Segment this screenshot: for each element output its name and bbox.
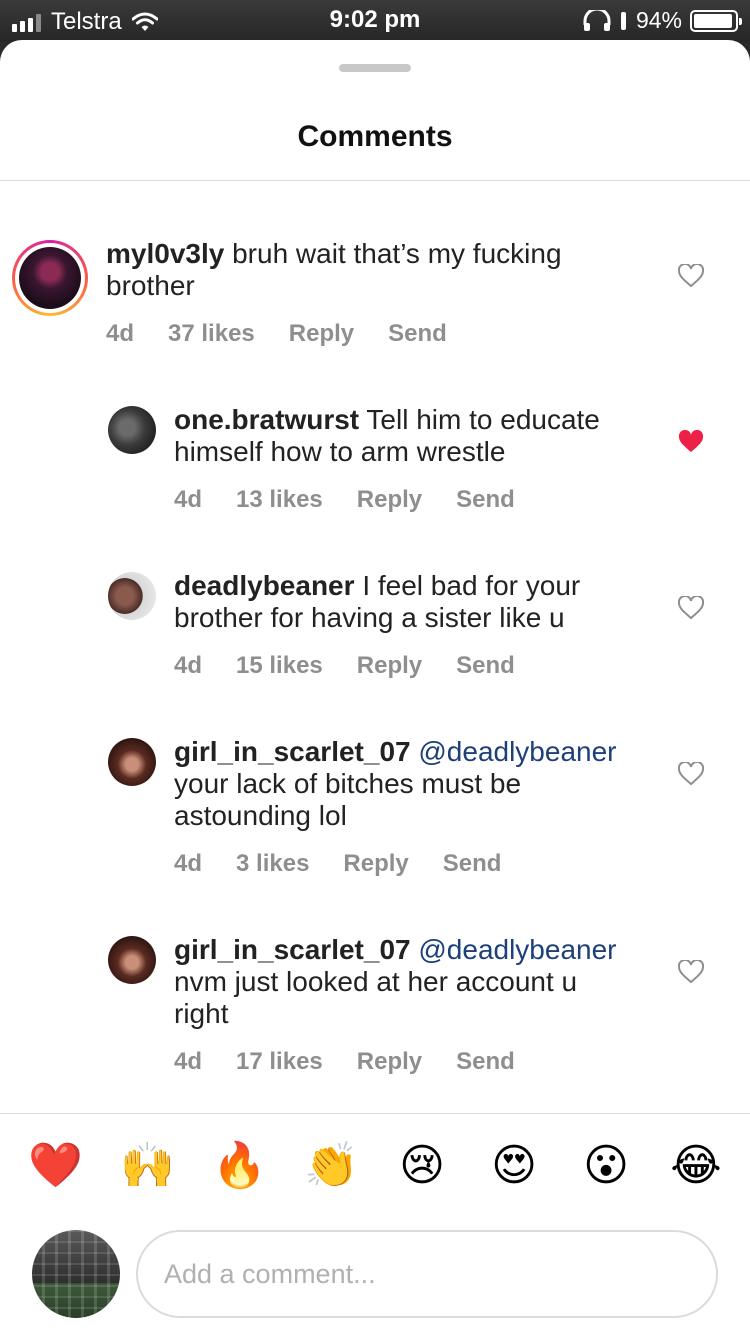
comment-text: deadlybeaner I feel bad for your brother… — [174, 570, 634, 634]
comment-likes[interactable]: 13 likes — [236, 486, 323, 514]
emoji-bar: ❤️ 🙌 🔥 👏 😢 😍 😮 😂 — [0, 1140, 750, 1200]
divider — [0, 180, 750, 181]
heart-filled-icon[interactable] — [678, 430, 704, 454]
comment-likes[interactable]: 17 likes — [236, 1048, 323, 1076]
status-bar: Telstra 9:02 pm 94% — [0, 0, 750, 42]
comment-mention[interactable]: @deadlybeaner — [418, 736, 616, 767]
comment-text: girl_in_scarlet_07 @deadlybeaner your la… — [174, 736, 634, 832]
story-ring[interactable] — [12, 240, 88, 316]
avatar[interactable] — [108, 738, 156, 786]
reply-button[interactable]: Reply — [357, 1048, 422, 1076]
reply-item: deadlybeaner I feel bad for your brother… — [0, 570, 750, 692]
comment-likes[interactable]: 3 likes — [236, 850, 309, 878]
headphones-icon — [583, 9, 611, 31]
emoji-raised-hands-button[interactable]: 🙌 — [120, 1140, 175, 1192]
battery-percent: 94% — [635, 7, 682, 33]
reply-button[interactable]: Reply — [357, 486, 422, 514]
comment-meta: 4d 37 likes Reply Send — [106, 320, 447, 348]
comment-meta: 4d 15 likes Reply Send — [174, 652, 515, 680]
send-button[interactable]: Send — [443, 850, 502, 878]
avatar[interactable] — [108, 572, 156, 620]
comment-username[interactable]: girl_in_scarlet_07 — [174, 736, 411, 767]
emoji-surprised-button[interactable]: 😮 — [580, 1140, 632, 1192]
comment-body: nvm just looked at her account u right — [174, 966, 578, 1029]
comment-age: 4d — [174, 486, 203, 513]
comment-text: one.bratwurst Tell him to educate himsel… — [174, 404, 634, 468]
send-button[interactable]: Send — [388, 320, 447, 348]
avatar[interactable] — [19, 247, 81, 309]
emoji-laughing-button[interactable]: 😂 — [670, 1140, 722, 1192]
reply-item: girl_in_scarlet_07 @deadlybeaner nvm jus… — [0, 934, 750, 1086]
comment-body: your lack of bitches must be astounding … — [174, 768, 522, 831]
comment-age: 4d — [174, 1048, 203, 1075]
avatar[interactable] — [108, 406, 156, 454]
battery-icon — [690, 9, 742, 32]
reply-button[interactable]: Reply — [343, 850, 408, 878]
comment-age: 4d — [174, 652, 203, 679]
heart-outline-icon[interactable] — [678, 596, 704, 620]
comment-meta: 4d 17 likes Reply Send — [174, 1048, 515, 1076]
comment-meta: 4d 3 likes Reply Send — [174, 850, 501, 878]
heart-outline-icon[interactable] — [678, 264, 704, 288]
send-button[interactable]: Send — [456, 486, 515, 514]
emoji-fire-button[interactable]: 🔥 — [212, 1140, 267, 1192]
current-user-avatar — [32, 1230, 120, 1318]
comment-username[interactable]: girl_in_scarlet_07 — [174, 934, 411, 965]
send-button[interactable]: Send — [456, 1048, 515, 1076]
comment-mention[interactable]: @deadlybeaner — [418, 934, 616, 965]
emoji-heart-eyes-button[interactable]: 😍 — [488, 1140, 540, 1192]
emoji-crying-button[interactable]: 😢 — [396, 1140, 448, 1192]
send-button[interactable]: Send — [456, 652, 515, 680]
comment-age: 4d — [106, 320, 135, 347]
comment-meta: 4d 13 likes Reply Send — [174, 486, 515, 514]
comment-username[interactable]: myl0v3ly — [106, 238, 224, 269]
comment-username[interactable]: deadlybeaner — [174, 570, 355, 601]
emoji-heart-button[interactable]: ❤️ — [28, 1140, 83, 1192]
sheet-drag-handle[interactable] — [339, 64, 411, 72]
heart-outline-icon[interactable] — [678, 762, 704, 786]
comment-age: 4d — [174, 850, 203, 877]
comment-item: myl0v3ly bruh wait that’s my fucking bro… — [0, 238, 750, 360]
comment-input[interactable] — [136, 1230, 718, 1318]
reply-item: one.bratwurst Tell him to educate himsel… — [0, 404, 750, 526]
heart-outline-icon[interactable] — [678, 960, 704, 984]
comment-text: girl_in_scarlet_07 @deadlybeaner nvm jus… — [174, 934, 634, 1030]
airpod-case-icon — [620, 11, 626, 30]
divider — [0, 1113, 750, 1114]
sheet-title: Comments — [297, 120, 453, 153]
reply-button[interactable]: Reply — [289, 320, 354, 348]
comment-likes[interactable]: 15 likes — [236, 652, 323, 680]
reply-item: girl_in_scarlet_07 @deadlybeaner your la… — [0, 736, 750, 888]
comments-sheet: Comments myl0v3ly bruh wait that’s my fu… — [0, 40, 750, 1334]
comment-text: myl0v3ly bruh wait that’s my fucking bro… — [106, 238, 626, 302]
reply-button[interactable]: Reply — [357, 652, 422, 680]
emoji-clap-button[interactable]: 👏 — [304, 1140, 359, 1192]
avatar[interactable] — [108, 936, 156, 984]
comment-likes[interactable]: 37 likes — [168, 320, 255, 348]
status-right: 94% — [582, 7, 742, 34]
comment-username[interactable]: one.bratwurst — [174, 404, 359, 435]
